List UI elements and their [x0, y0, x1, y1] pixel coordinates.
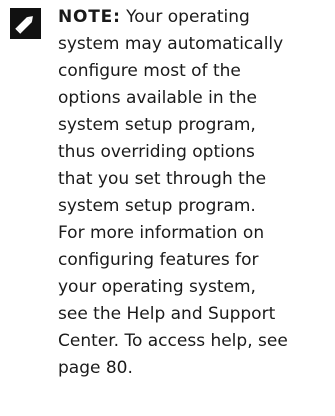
note-line-14: page 80. — [58, 358, 133, 378]
note-line-12: see the Help and Support — [58, 304, 276, 324]
note-label: NOTE: — [58, 7, 121, 27]
note-line-3: configure most of the — [58, 61, 241, 81]
note-line-8: system setup program. — [58, 196, 256, 216]
note-line-4: options available in the — [58, 88, 257, 108]
note-line-13: Center. To access help, see — [58, 331, 288, 351]
note-line-1: NOTE: Your operating — [58, 4, 330, 31]
note-line-6: thus overriding options — [58, 142, 255, 162]
note-line-5: system setup program, — [58, 115, 256, 135]
note-line-11: your operating system, — [58, 277, 256, 297]
note-line-1-text: Your operating — [120, 7, 250, 27]
note-line-10: configuring features for — [58, 250, 259, 270]
note-text: NOTE: Your operating system may automati… — [58, 4, 330, 382]
note-line-2: system may automatically — [58, 34, 284, 54]
note-line-7: that you set through the — [58, 169, 267, 189]
pencil-note-icon — [10, 8, 41, 39]
note-block: NOTE: Your operating system may automati… — [0, 0, 335, 416]
note-line-9: For more information on — [58, 223, 265, 243]
